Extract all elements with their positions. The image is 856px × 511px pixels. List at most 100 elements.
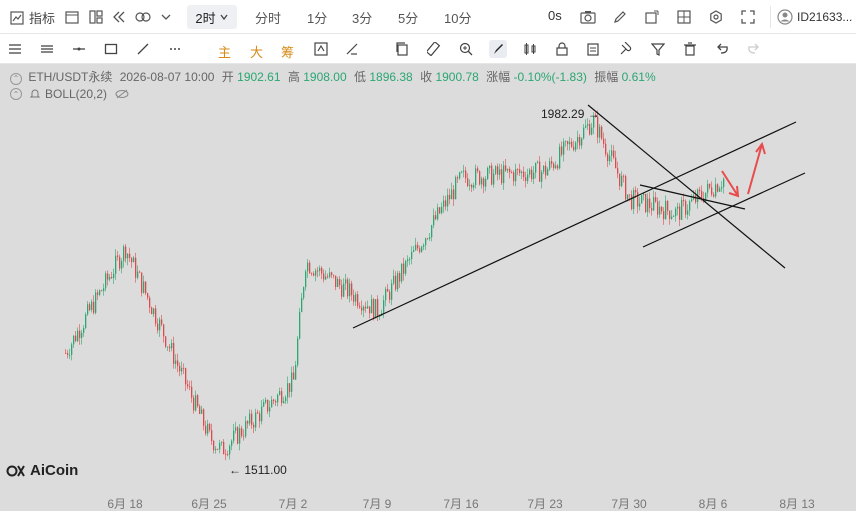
horizontal-line-tool-icon[interactable] [70, 40, 88, 58]
horizontal-lines-icon[interactable] [38, 40, 56, 58]
calendar-icon[interactable] [63, 8, 81, 26]
chips-toggle[interactable]: 筹 [281, 42, 294, 61]
collapse-icon[interactable]: ⌃ [10, 72, 22, 85]
redo-icon[interactable] [745, 40, 763, 58]
candle-body [423, 245, 425, 247]
candle-body [321, 267, 323, 274]
candle-body [305, 271, 307, 288]
candle-body [345, 279, 347, 284]
period-timeshare[interactable]: 分时 [255, 8, 281, 27]
candle-body [425, 238, 427, 246]
rewind-icon[interactable] [110, 8, 128, 26]
candle-body [651, 207, 653, 211]
candle-body [99, 290, 101, 295]
candle-body [487, 167, 489, 180]
indicators-button[interactable]: 指标 [8, 8, 55, 27]
candle-body [139, 271, 141, 273]
candle-body [119, 256, 121, 269]
candle-body [459, 172, 461, 179]
candle-body [337, 279, 339, 287]
price-chart[interactable]: ⌃ ETH/USDT永续 2026-08-07 10:00 开 1902.61 … [0, 64, 856, 511]
candle-body [591, 127, 593, 135]
candle-body [589, 124, 591, 135]
fullscreen-icon[interactable] [739, 8, 757, 26]
candle-body [717, 184, 719, 192]
lock-icon[interactable] [553, 40, 571, 58]
period-1m[interactable]: 1分 [307, 8, 327, 27]
magnet-icon[interactable] [617, 40, 635, 58]
trendline[interactable] [587, 104, 786, 269]
camera-icon[interactable] [579, 8, 597, 26]
candle-body [413, 250, 415, 252]
candle-body [219, 443, 221, 450]
settings-icon[interactable] [707, 8, 725, 26]
candle-body [443, 200, 445, 207]
layout-icon[interactable] [87, 8, 105, 26]
candle-body [311, 273, 313, 275]
pen-icon[interactable] [611, 8, 629, 26]
period-2h-selector[interactable]: 2时 [187, 5, 237, 29]
candle-body [173, 342, 175, 364]
candle-body [255, 412, 257, 428]
collapse-icon[interactable]: ⌃ [10, 88, 22, 100]
candle-body [721, 186, 723, 189]
candle-body [71, 344, 73, 355]
candle-body [165, 336, 167, 347]
big-toggle[interactable]: 大 [250, 42, 263, 61]
compare-icon[interactable] [134, 8, 152, 26]
candle-body [619, 173, 621, 187]
candle-body [559, 146, 561, 169]
trash-icon[interactable] [681, 40, 699, 58]
undo-icon[interactable] [713, 40, 731, 58]
direction-arrow[interactable] [747, 143, 763, 195]
candle-body [621, 175, 623, 187]
ruler-icon[interactable] [425, 40, 443, 58]
candle-body [221, 441, 223, 444]
candle-body [669, 210, 671, 219]
candle-style-icon[interactable] [521, 40, 539, 58]
more-icon[interactable] [166, 40, 184, 58]
candle-body [277, 394, 279, 403]
measure-icon[interactable] [343, 40, 361, 58]
replay-icon[interactable] [312, 40, 330, 58]
bell-icon[interactable] [29, 88, 41, 100]
main-chart-toggle[interactable]: 主 [218, 42, 231, 61]
high-annotation-value: 1982.29 [541, 107, 585, 121]
candlestick-plot[interactable] [0, 64, 856, 491]
rectangle-tool-icon[interactable] [102, 40, 120, 58]
candle-body [339, 279, 341, 286]
candle-body [411, 251, 413, 260]
candle-body [253, 424, 255, 428]
account-id-box[interactable]: ID21633... [770, 6, 852, 28]
zoom-in-icon[interactable] [457, 40, 475, 58]
candle-body [229, 445, 231, 455]
edit-document-icon[interactable] [585, 40, 603, 58]
candle-body [605, 143, 607, 155]
grid-icon[interactable] [675, 8, 693, 26]
candle-body [307, 262, 309, 272]
copy-icon[interactable] [393, 40, 411, 58]
period-5m[interactable]: 5分 [398, 8, 418, 27]
trendline-tool-icon[interactable] [134, 40, 152, 58]
indicator-name[interactable]: BOLL(20,2) [45, 87, 107, 101]
candle-body [121, 260, 123, 269]
candle-body [447, 194, 449, 207]
period-3m[interactable]: 3分 [352, 8, 372, 27]
chevron-down-icon[interactable] [157, 8, 175, 26]
trendline[interactable] [352, 121, 797, 329]
new-window-icon[interactable] [643, 8, 661, 26]
menu-lines-icon[interactable] [6, 40, 24, 58]
brush-icon[interactable] [489, 40, 507, 58]
eye-hidden-icon[interactable] [115, 89, 129, 99]
candle-body [65, 353, 67, 354]
period-10m[interactable]: 10分 [444, 8, 471, 27]
candle-body [463, 170, 465, 172]
candle-body [333, 274, 335, 276]
candle-body [453, 189, 455, 200]
candle-body [407, 259, 409, 262]
candle-body [625, 176, 627, 200]
direction-arrow[interactable] [721, 170, 739, 197]
filter-icon[interactable] [649, 40, 667, 58]
candle-body [713, 194, 715, 197]
x-tick: 7月 16 [443, 497, 479, 511]
